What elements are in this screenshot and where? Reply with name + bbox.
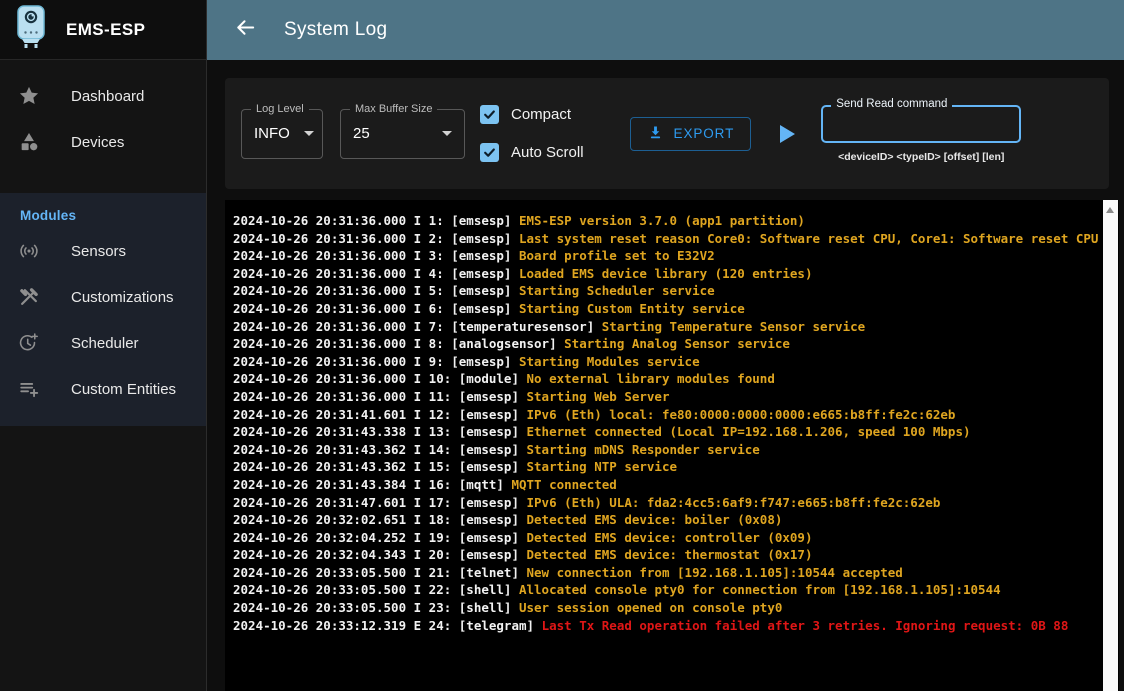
- brand: EMS-ESP: [0, 0, 206, 60]
- log-level-label: Log Level: [251, 103, 309, 115]
- sidebar-nav: Dashboard Devices Modules: [0, 60, 206, 426]
- send-read-field: Send Read command: [821, 105, 1021, 143]
- log-line: 2024-10-26 20:31:36.000 I 2: [emsesp] La…: [233, 230, 1099, 248]
- log-lines: 2024-10-26 20:31:36.000 I 1: [emsesp] EM…: [225, 200, 1119, 634]
- sidebar-item-scheduler[interactable]: Scheduler: [0, 320, 206, 366]
- sidebar-item-label: Devices: [71, 134, 124, 151]
- log-line: 2024-10-26 20:33:05.500 I 21: [telnet] N…: [233, 564, 1099, 582]
- log-line: 2024-10-26 20:31:36.000 I 8: [analogsens…: [233, 335, 1099, 353]
- checkbox-checked-icon: [480, 143, 499, 162]
- log-line: 2024-10-26 20:31:43.362 I 14: [emsesp] S…: [233, 441, 1099, 459]
- log-line: 2024-10-26 20:31:36.000 I 1: [emsesp] EM…: [233, 212, 1099, 230]
- log-line: 2024-10-26 20:31:36.000 I 10: [module] N…: [233, 370, 1099, 388]
- max-buffer-label: Max Buffer Size: [350, 103, 437, 115]
- chevron-down-icon: [304, 131, 314, 136]
- sidebar-item-label: Scheduler: [71, 335, 139, 352]
- log-line: 2024-10-26 20:31:43.384 I 16: [mqtt] MQT…: [233, 476, 1099, 494]
- clock-plus-icon: [17, 332, 41, 354]
- send-read-group: Send Read command <deviceID> <typeID> [o…: [821, 105, 1021, 163]
- tools-icon: [17, 286, 41, 308]
- log-toolbar: Log Level INFO Max Buffer Size 25 Compac…: [225, 78, 1109, 189]
- back-button[interactable]: [234, 16, 257, 44]
- list-plus-icon: [17, 378, 41, 400]
- compact-label: Compact: [511, 106, 571, 123]
- app-window: EMS-ESP Dashboard Devices Modules: [0, 0, 1124, 691]
- log-line: 2024-10-26 20:31:47.601 I 17: [emsesp] I…: [233, 494, 1099, 512]
- sidebar-item-label: Custom Entities: [71, 381, 176, 398]
- compact-checkbox[interactable]: Compact: [480, 105, 584, 124]
- app-title: EMS-ESP: [66, 20, 145, 40]
- chevron-down-icon: [442, 131, 452, 136]
- sidebar-item-custom-entities[interactable]: Custom Entities: [0, 366, 206, 412]
- log-line: 2024-10-26 20:32:04.343 I 20: [emsesp] D…: [233, 546, 1099, 564]
- max-buffer-value: 25: [353, 125, 370, 142]
- log-line: 2024-10-26 20:31:36.000 I 11: [emsesp] S…: [233, 388, 1099, 406]
- sensors-icon: [17, 240, 41, 262]
- checkbox-checked-icon: [480, 105, 499, 124]
- sidebar-item-customizations[interactable]: Customizations: [0, 274, 206, 320]
- log-line: 2024-10-26 20:31:36.000 I 9: [emsesp] St…: [233, 353, 1099, 371]
- sidebar-item-label: Dashboard: [71, 88, 144, 105]
- export-button-label: EXPORT: [674, 126, 735, 141]
- modules-section-header: Modules: [0, 193, 206, 228]
- auto-scroll-checkbox[interactable]: Auto Scroll: [480, 143, 584, 162]
- export-button[interactable]: EXPORT: [630, 117, 752, 151]
- log-level-select[interactable]: Log Level INFO: [241, 109, 323, 159]
- log-line: 2024-10-26 20:33:12.319 E 24: [telegram]…: [233, 617, 1099, 635]
- log-line: 2024-10-26 20:31:43.338 I 13: [emsesp] E…: [233, 423, 1099, 441]
- sidebar-item-sensors[interactable]: Sensors: [0, 228, 206, 274]
- log-scrollbar[interactable]: [1103, 200, 1118, 691]
- log-line: 2024-10-26 20:31:36.000 I 7: [temperatur…: [233, 318, 1099, 336]
- download-icon: [647, 124, 664, 144]
- topbar: System Log: [207, 0, 1124, 60]
- log-line: 2024-10-26 20:31:41.601 I 12: [emsesp] I…: [233, 406, 1099, 424]
- send-read-hint: <deviceID> <typeID> [offset] [len]: [838, 151, 1004, 163]
- log-line: 2024-10-26 20:31:36.000 I 6: [emsesp] St…: [233, 300, 1099, 318]
- sidebar-modules-section: Modules Sensors: [0, 193, 206, 426]
- arrow-left-icon: [234, 16, 257, 44]
- log-console: 2024-10-26 20:31:36.000 I 1: [emsesp] EM…: [225, 200, 1119, 691]
- log-line: 2024-10-26 20:31:36.000 I 5: [emsesp] St…: [233, 282, 1099, 300]
- log-level-value: INFO: [254, 125, 290, 142]
- scroll-up-icon: [1106, 207, 1114, 213]
- star-icon: [17, 85, 41, 107]
- auto-scroll-label: Auto Scroll: [511, 144, 584, 161]
- log-line: 2024-10-26 20:32:04.252 I 19: [emsesp] D…: [233, 529, 1099, 547]
- sidebar-item-label: Sensors: [71, 243, 126, 260]
- log-line: 2024-10-26 20:33:05.500 I 22: [shell] Al…: [233, 581, 1099, 599]
- page-title: System Log: [284, 19, 387, 41]
- sidebar-item-dashboard[interactable]: Dashboard: [0, 73, 206, 119]
- checkbox-group: Compact Auto Scroll: [480, 105, 584, 162]
- log-line: 2024-10-26 20:32:02.651 I 18: [emsesp] D…: [233, 511, 1099, 529]
- log-line: 2024-10-26 20:31:36.000 I 3: [emsesp] Bo…: [233, 247, 1099, 265]
- send-command-play-button[interactable]: [780, 125, 795, 143]
- log-line: 2024-10-26 20:31:36.000 I 4: [emsesp] Lo…: [233, 265, 1099, 283]
- send-read-label: Send Read command: [831, 98, 952, 110]
- boiler-icon: [13, 4, 49, 55]
- send-read-input[interactable]: [823, 107, 1019, 141]
- sidebar-item-devices[interactable]: Devices: [0, 119, 206, 165]
- max-buffer-select[interactable]: Max Buffer Size 25: [340, 109, 465, 159]
- shapes-icon: [17, 131, 41, 153]
- sidebar: EMS-ESP Dashboard Devices Modules: [0, 0, 207, 691]
- log-line: 2024-10-26 20:33:05.500 I 23: [shell] Us…: [233, 599, 1099, 617]
- log-line: 2024-10-26 20:31:43.362 I 15: [emsesp] S…: [233, 458, 1099, 476]
- sidebar-item-label: Customizations: [71, 289, 174, 306]
